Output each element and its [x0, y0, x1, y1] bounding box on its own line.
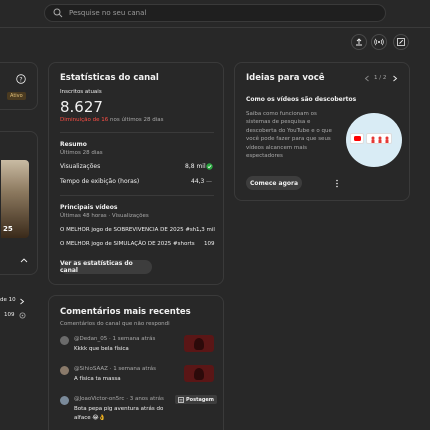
settings-icon [19, 312, 26, 319]
top-videos-title: Principais vídeos [60, 204, 118, 211]
comment-time: 3 anos atrás [129, 396, 164, 402]
avatar [60, 396, 69, 405]
comment-time: 1 semana atrás [113, 366, 157, 372]
chevron-right-icon[interactable] [392, 75, 398, 82]
summary-period: Últimos 28 dias [60, 150, 103, 156]
idea-description: Saiba como funcionam os sistemas de pesq… [246, 111, 332, 160]
comments-title: Comentários mais recentes [60, 307, 191, 317]
comment-author-name: @JoaoVictor-on5rc [74, 396, 125, 402]
top-videos-period: Últimas 48 horas · Visualizações [60, 213, 149, 219]
divider [60, 132, 214, 133]
summary-title: Resumo [60, 141, 87, 148]
ideas-pager: 1 / 2 [374, 75, 387, 81]
comment-text: A física ta massa [74, 376, 121, 382]
discovery-illustration [346, 113, 402, 167]
header-divider [0, 27, 430, 28]
comment-author: @SihioSAAZ · 1 semana atrás [74, 366, 157, 372]
top-video-title[interactable]: O MELHOR jogo de SIMULAÇÃO DE 2025 #shor… [60, 241, 195, 247]
more-options-icon[interactable] [334, 179, 340, 188]
ideas-title: Ideias para você [246, 73, 325, 83]
avatar [60, 366, 69, 375]
svg-text:?: ? [19, 76, 22, 83]
idea-title: Como os vídeos são descobertos [246, 96, 357, 103]
status-badge: Ativo [7, 92, 26, 100]
subscribers-count: 8.627 [60, 98, 103, 116]
top-bar [0, 0, 430, 26]
recent-comments-card: Comentários mais recentes Comentários do… [48, 295, 224, 430]
top-video-views: 109 [204, 241, 215, 247]
video-card-icon [350, 133, 364, 144]
comments-subtitle: Comentários do canal que não respondi [60, 321, 170, 327]
check-circle-icon [206, 163, 213, 170]
comment-author-name: @SihioSAAZ [74, 366, 108, 372]
comment-time: 1 semana atrás [112, 336, 156, 342]
subscribers-change-value: Diminuição de 16 [60, 117, 109, 123]
video-thumbnail[interactable] [184, 335, 214, 352]
channel-stats-card: Estatísticas do canal Inscritos atuais 8… [48, 62, 224, 285]
divider [60, 195, 214, 196]
search-icon [53, 8, 63, 18]
watch-time-label: Tempo de exibição (horas) [60, 178, 140, 185]
views-label: Visualizações [60, 163, 101, 170]
create-post-button[interactable] [393, 34, 409, 50]
left-row-value: 109 [4, 312, 15, 318]
comment-author: @JoaoVictor-on5rc · 3 anos atrás [74, 396, 164, 402]
card-title: Estatísticas do canal [60, 73, 159, 83]
comment-text-continued: alface 😂👌 [74, 415, 106, 421]
edit-icon [397, 38, 405, 46]
subscribers-change-period: nos últimos 28 dias [110, 117, 164, 123]
upload-icon [356, 38, 362, 46]
left-card-top: ? Ativo [0, 62, 38, 110]
left-card-video: 25 [0, 131, 38, 275]
search-input[interactable] [69, 7, 369, 19]
subscribers-label: Inscritos atuais [60, 89, 102, 95]
avatar [60, 336, 69, 345]
get-started-button[interactable]: Comece agora [246, 176, 302, 190]
comment-text: Bota pepa pig aventura atrás do [74, 406, 164, 412]
video-thumbnail[interactable] [184, 365, 214, 382]
search-box[interactable] [44, 4, 386, 22]
help-icon[interactable]: ? [16, 74, 26, 84]
watch-time-trend: — [206, 178, 212, 185]
watch-time-value: 44,3 [191, 178, 205, 185]
views-value: 8,8 mil [185, 163, 206, 170]
top-video-title[interactable]: O MELHOR jogo de SOBREVIVENCIA DE 2025 #… [60, 227, 202, 233]
chevron-right-icon[interactable] [19, 298, 25, 305]
chevron-up-icon[interactable] [20, 257, 28, 263]
upload-button[interactable] [351, 34, 367, 50]
comment-author: @Dedan_05 · 1 semana atrás [74, 336, 156, 342]
audience-icon [366, 133, 392, 144]
post-icon [178, 397, 184, 403]
subscribers-change: Diminuição de 16 nos últimos 28 dias [60, 117, 164, 123]
comment-author-name: @Dedan_05 [74, 336, 108, 342]
view-analytics-button[interactable]: Ver as estatísticas do canal [60, 260, 152, 274]
top-video-views: 1,3 mil [196, 227, 215, 233]
go-live-button[interactable] [371, 34, 387, 50]
chevron-left-icon[interactable] [364, 75, 370, 82]
post-badge-label: Postagem [186, 396, 215, 403]
thumbnail-text: 25 [3, 225, 13, 233]
left-row-text: de 10 [0, 297, 16, 303]
broadcast-icon [374, 38, 384, 46]
comment-text: Kkkk que bela física [74, 346, 129, 352]
